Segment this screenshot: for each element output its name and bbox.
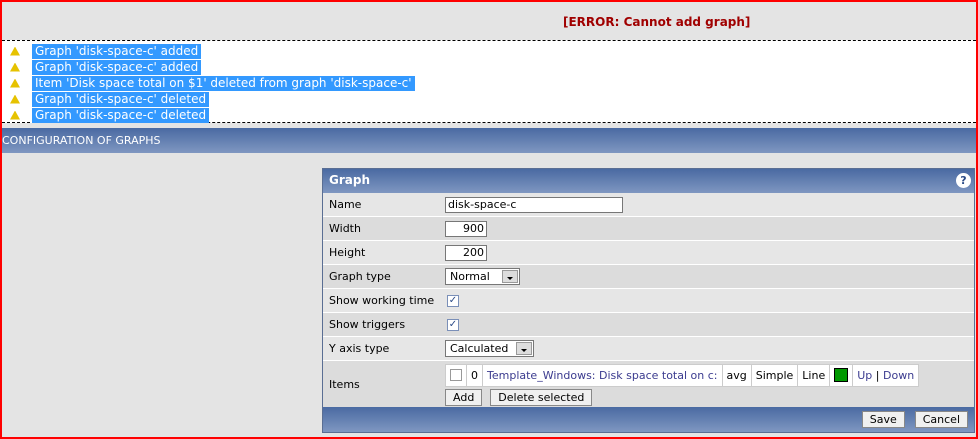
message-text: Graph 'disk-space-c' added <box>32 43 202 59</box>
move-down-link[interactable]: Down <box>883 369 914 382</box>
warning-icon <box>10 94 20 104</box>
items-label: Items <box>329 378 360 391</box>
items-table: 0 Template_Windows: Disk space total on … <box>445 363 920 387</box>
item-color-swatch <box>834 368 849 382</box>
separator: | <box>875 368 880 382</box>
list-item: Graph 'disk-space-c' deleted <box>2 107 976 123</box>
graph-type-select[interactable]: Normal <box>445 268 520 285</box>
move-up-link[interactable]: Up <box>857 369 872 382</box>
chevron-down-icon <box>502 270 518 283</box>
graph-type-value: Normal <box>450 270 490 283</box>
working-time-checkbox[interactable]: ✓ <box>447 294 459 307</box>
save-button[interactable]: Save <box>861 411 905 428</box>
yaxis-value: Calculated <box>450 342 509 355</box>
height-input[interactable] <box>445 244 487 261</box>
working-time-label: Show working time <box>329 294 435 307</box>
triggers-label: Show triggers <box>329 318 406 331</box>
item-checkbox[interactable] <box>450 369 462 381</box>
table-row: 0 Template_Windows: Disk space total on … <box>445 363 920 387</box>
triggers-checkbox[interactable]: ✓ <box>447 318 459 331</box>
width-label: Width <box>329 222 361 235</box>
message-text: Graph 'disk-space-c' added <box>32 59 202 75</box>
message-text: Graph 'disk-space-c' deleted <box>32 107 210 123</box>
height-label: Height <box>329 246 366 259</box>
cancel-button[interactable]: Cancel <box>914 411 968 428</box>
width-input[interactable] <box>445 220 487 237</box>
list-item: Graph 'disk-space-c' added <box>2 43 976 59</box>
list-item: Graph 'disk-space-c' deleted <box>2 91 976 107</box>
name-input[interactable] <box>445 196 623 213</box>
warning-icon <box>10 78 20 88</box>
delete-selected-button[interactable]: Delete selected <box>490 388 593 406</box>
add-button[interactable]: Add <box>445 388 483 406</box>
error-message: [ERROR: Cannot add graph] <box>563 15 751 29</box>
form-title: Graph <box>329 173 370 187</box>
warning-icon <box>10 110 20 120</box>
chevron-down-icon <box>516 342 532 355</box>
item-name-link[interactable]: Template_Windows: Disk space total on c: <box>482 363 723 387</box>
yaxis-label: Y axis type <box>329 342 390 355</box>
section-title: CONFIGURATION OF GRAPHS <box>2 128 976 153</box>
item-sortorder: 0 <box>466 363 483 387</box>
list-item: Graph 'disk-space-c' added <box>2 59 976 75</box>
message-text: Graph 'disk-space-c' deleted <box>32 91 210 107</box>
form-header: Graph? <box>323 169 974 193</box>
help-icon[interactable]: ? <box>956 173 971 188</box>
message-text: Item 'Disk space total on $1' deleted fr… <box>32 75 415 91</box>
graph-type-label: Graph type <box>329 270 391 283</box>
item-function: avg <box>721 363 752 387</box>
message-list: Graph 'disk-space-c' added Graph 'disk-s… <box>2 40 976 123</box>
item-type: Line <box>797 363 831 387</box>
warning-icon <box>10 62 20 72</box>
item-draw-style: Simple <box>750 363 799 387</box>
yaxis-select[interactable]: Calculated <box>445 340 534 357</box>
warning-icon <box>10 46 20 56</box>
list-item: Item 'Disk space total on $1' deleted fr… <box>2 75 976 91</box>
name-label: Name <box>329 198 362 211</box>
form-footer: Save Cancel <box>323 407 974 432</box>
graph-form: Graph? Name Width Height Graph type Norma… <box>322 168 975 433</box>
